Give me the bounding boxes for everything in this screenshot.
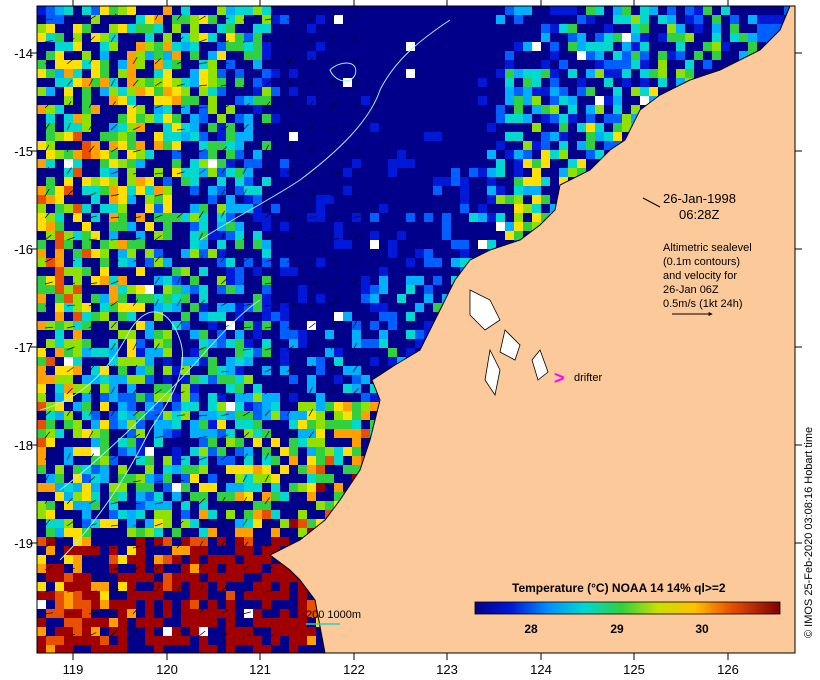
lon-label: 119 [63,662,84,677]
lat-label: -16 [14,242,33,257]
credit-text: © IMOS 25-Feb-2020 03:08:16 Hobart time [803,427,815,638]
drifter-label: drifter [574,372,602,384]
note-line: 0.5m/s (1kt 24h) [663,298,742,310]
colorbar-title: Temperature (°C) NOAA 14 14% ql>=2 [512,581,726,595]
colorbar [474,601,781,615]
date-label: 26-Jan-1998 [663,191,736,206]
note-line: Altimetric sealevel [663,242,752,254]
lat-label: -15 [14,144,33,159]
note-line: (0.1m contours) [663,256,740,268]
ocean-field [37,6,795,653]
lon-label: 126 [717,662,739,677]
colorbar-tick: 29 [610,622,624,636]
time-label: 06:28Z [679,207,720,222]
drifter-icon: > [554,368,565,388]
colorbar-tick: 30 [695,622,709,636]
note-line: 26-Jan 06Z [663,284,719,296]
lon-label: 121 [249,662,271,677]
lat-label: -14 [14,46,33,61]
lat-label: -19 [14,536,33,551]
sst-map: 119 120 121 122 123 124 125 126 -14 -15 … [14,0,815,677]
note-line: and velocity for [663,270,737,282]
lat-label: -18 [14,438,33,453]
depth-scale-label: 200 1000m [306,609,361,621]
lon-label: 124 [530,662,552,677]
latitude-axis: -14 -15 -16 -17 -18 -19 [14,46,33,551]
lat-label: -17 [14,340,33,355]
lon-label: 123 [436,662,458,677]
lon-label: 122 [343,662,365,677]
lon-label: 125 [623,662,645,677]
colorbar-tick: 28 [524,622,538,636]
lon-label: 120 [156,662,178,677]
longitude-axis: 119 120 121 122 123 124 125 126 [63,662,739,677]
